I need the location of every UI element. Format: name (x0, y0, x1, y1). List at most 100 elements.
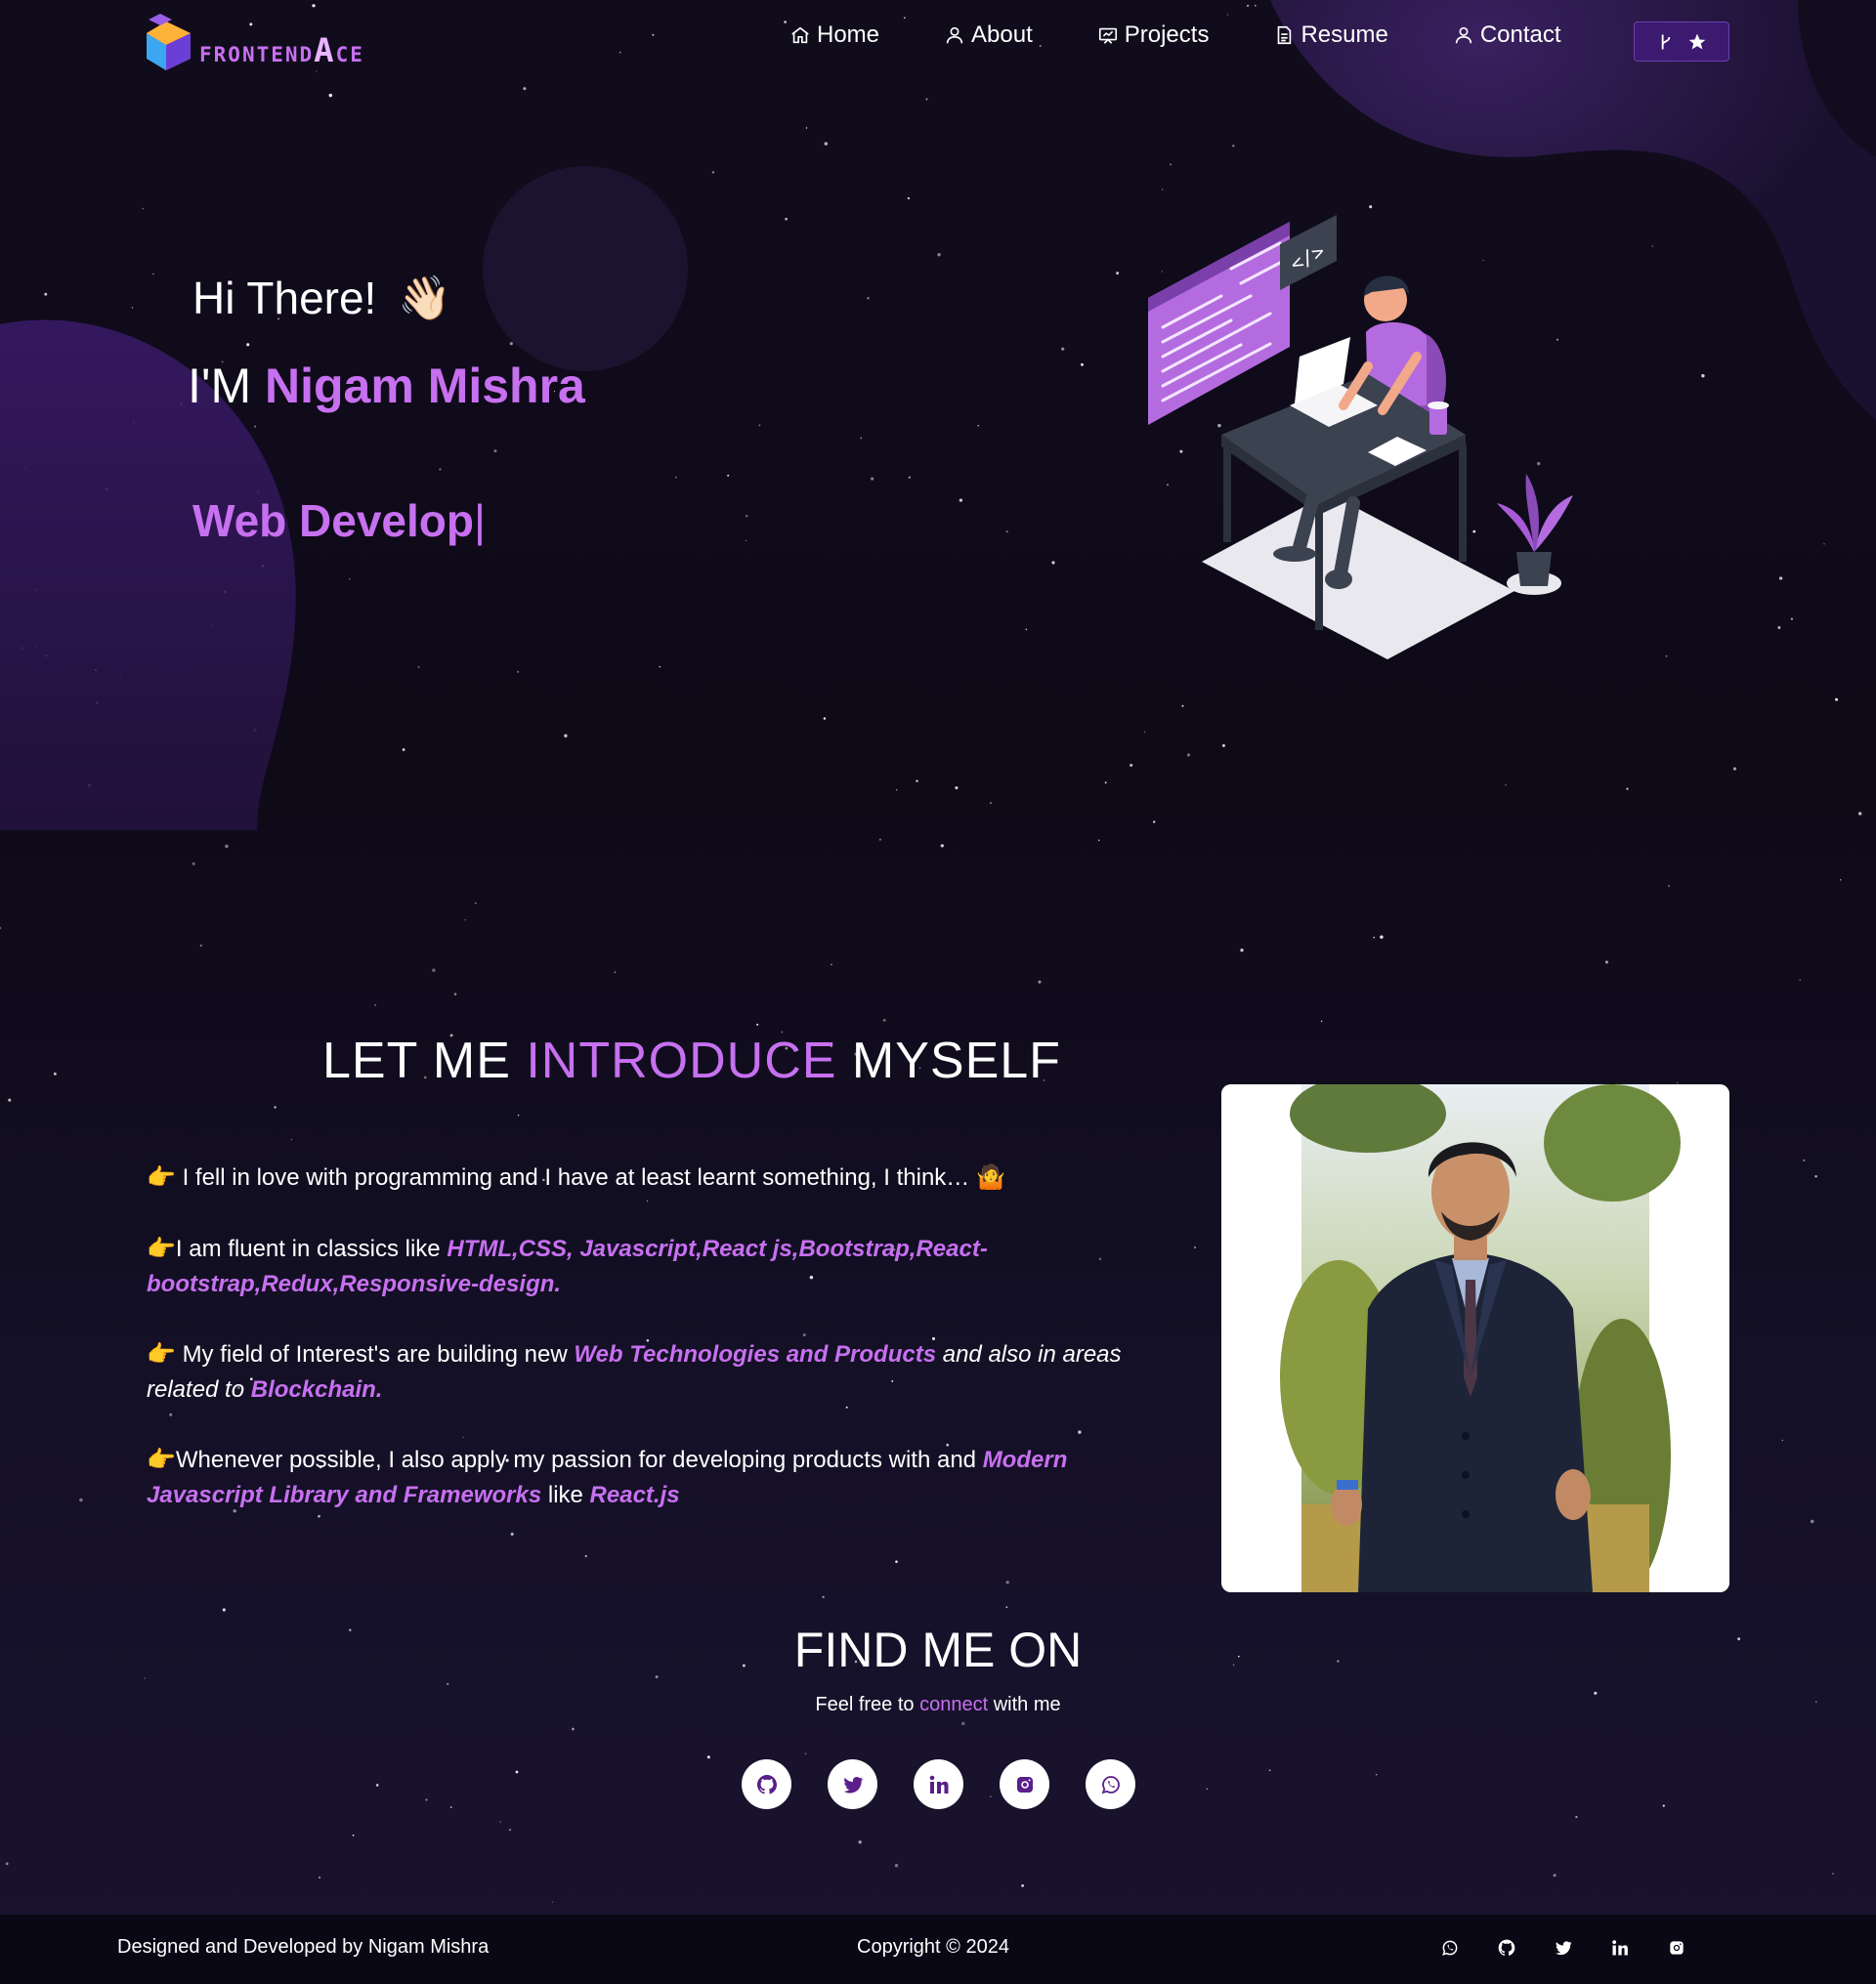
star (432, 968, 436, 973)
nav-resume[interactable]: Resume (1273, 21, 1388, 49)
pointer-icon: 👉 (147, 1447, 176, 1473)
logo-wordmark: FRONTENDACE (199, 31, 364, 70)
whatsapp-link[interactable] (1086, 1759, 1135, 1809)
star (646, 1200, 649, 1203)
intro-paragraph-3: 👉 My field of Interest's are building ne… (147, 1337, 1153, 1408)
star (493, 449, 497, 453)
star (475, 902, 477, 905)
star (1161, 189, 1164, 190)
nav-contact[interactable]: Contact (1453, 21, 1561, 49)
star (318, 1514, 320, 1518)
nav-about-label: About (971, 21, 1033, 48)
star (318, 1876, 321, 1879)
star (564, 734, 568, 738)
intro-p4-highlight-2: React.js (589, 1482, 680, 1508)
star (867, 297, 870, 300)
whatsapp-icon (1101, 1775, 1120, 1794)
star (131, 307, 134, 309)
nav-home-label: Home (817, 21, 880, 48)
intro-p3-highlight-1: Web Technologies and Products (574, 1341, 937, 1368)
star (822, 1595, 825, 1599)
profile-photo-card (1221, 1084, 1729, 1592)
star (1810, 1519, 1814, 1524)
star (758, 424, 761, 427)
star (1051, 561, 1055, 565)
star (349, 578, 351, 580)
star (1662, 1804, 1665, 1807)
star (1025, 628, 1028, 631)
hero-name: I'M Nigam Mishra (188, 358, 585, 414)
footer-linkedin-link[interactable] (1610, 1938, 1630, 1958)
star (1665, 654, 1668, 657)
find-me-subtitle: Feel free to connect with me (0, 1694, 1876, 1716)
linkedin-icon (929, 1775, 948, 1794)
star (1553, 1874, 1556, 1878)
github-star-button[interactable] (1634, 21, 1729, 62)
star (1005, 1606, 1008, 1609)
star (878, 838, 881, 841)
star (925, 98, 928, 101)
star (977, 425, 979, 427)
star (1038, 980, 1042, 984)
nav-projects[interactable]: Projects (1097, 21, 1209, 49)
star (464, 919, 466, 921)
intro-title: LET ME INTRODUCE MYSELF (322, 1032, 1061, 1090)
user-icon (1455, 26, 1471, 44)
find-sub-start: Feel free to (815, 1694, 920, 1715)
intro-p4-mid: like (541, 1482, 590, 1508)
footer-credit: Designed and Developed by Nigam Mishra (117, 1936, 490, 1958)
hero-greeting: Hi There! 👋🏻 (192, 272, 451, 324)
star (169, 1413, 173, 1416)
star (53, 1072, 57, 1076)
intro-paragraph-2: 👉I am fluent in classics like HTML,CSS, … (147, 1232, 1153, 1302)
star (1206, 1788, 1209, 1791)
star (447, 1682, 449, 1686)
footer-social-links (1440, 1938, 1686, 1958)
find-sub-end: with me (988, 1694, 1061, 1715)
twitter-link[interactable] (828, 1759, 877, 1809)
social-links (742, 1759, 1135, 1809)
star (1021, 1884, 1024, 1887)
star (961, 1721, 965, 1726)
star (515, 1770, 519, 1774)
hero-name-highlight: Nigam Mishra (265, 359, 585, 413)
star (1832, 1873, 1834, 1876)
footer-twitter-link[interactable] (1554, 1938, 1573, 1958)
typewriter-cursor: | (474, 495, 486, 546)
site-logo[interactable]: FRONTENDACE (147, 12, 405, 72)
star (823, 717, 827, 720)
footer-whatsapp-link[interactable] (1440, 1938, 1460, 1958)
github-link[interactable] (742, 1759, 791, 1809)
star (551, 1901, 554, 1903)
nav-about[interactable]: About (944, 21, 1033, 49)
hero-typed-text: Web Develop (192, 495, 474, 546)
shrug-icon: 🤷 (975, 1164, 1005, 1191)
blob-circle (483, 166, 688, 371)
star (1667, 884, 1671, 888)
footer-github-link[interactable] (1497, 1938, 1516, 1958)
instagram-link[interactable] (1000, 1759, 1049, 1809)
star (895, 1560, 898, 1563)
star (523, 87, 527, 91)
star (1840, 879, 1842, 881)
star (804, 1752, 807, 1755)
star (0, 926, 2, 930)
star (274, 1106, 277, 1109)
star (1376, 1774, 1378, 1776)
projects-icon (1098, 27, 1117, 44)
star (1380, 935, 1384, 940)
footer-instagram-link[interactable] (1667, 1938, 1686, 1958)
star-icon (1688, 33, 1706, 49)
star (614, 971, 617, 973)
star (706, 1755, 710, 1759)
nav-home[interactable]: Home (789, 21, 879, 49)
home-icon (791, 26, 809, 44)
star (871, 477, 874, 481)
linkedin-link[interactable] (914, 1759, 963, 1809)
star (199, 944, 202, 948)
nav-resume-label: Resume (1300, 21, 1388, 48)
footer-copyright: Copyright © 2024 (857, 1936, 1009, 1958)
star (674, 476, 677, 479)
pointer-icon: 👉 (147, 1164, 176, 1191)
intro-p3-highlight-2: Blockchain. (250, 1376, 383, 1403)
